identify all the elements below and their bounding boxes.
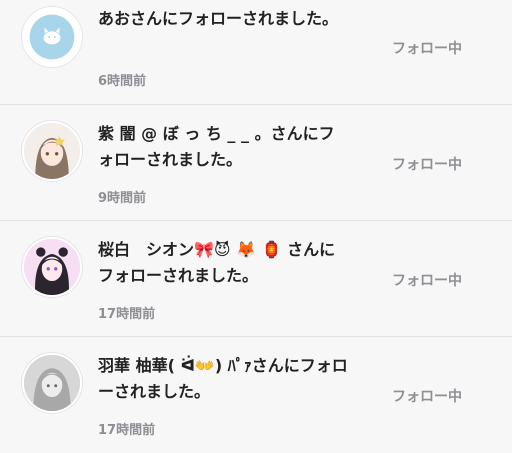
notification-list: あおさんにフォローされました。 6時間前 フォロー中 紫 闇 @ ぼ っ ち _… xyxy=(0,0,512,453)
user-avatar[interactable] xyxy=(22,121,82,181)
notification-message: 羽華 柚華( ᐛ👐) ﾊﾟｧさんにフォローされました。 xyxy=(98,356,348,401)
notification-message: 桜白 シオン🎀😈 🦊 🏮 さんにフォローされました。 xyxy=(98,240,336,285)
notification-message: あおさんにフォローされました。 xyxy=(98,9,339,28)
notification-item[interactable]: あおさんにフォローされました。 6時間前 フォロー中 xyxy=(0,0,512,104)
notification-time: 17時間前 xyxy=(98,423,156,438)
notification-time: 6時間前 xyxy=(98,74,147,89)
following-button[interactable]: フォロー中 xyxy=(392,270,462,290)
following-button[interactable]: フォロー中 xyxy=(392,386,462,406)
notification-item[interactable]: 羽華 柚華( ᐛ👐) ﾊﾟｧさんにフォローされました。 17時間前 フォロー中 xyxy=(0,337,512,453)
notification-item[interactable]: 桜白 シオン🎀😈 🦊 🏮 さんにフォローされました。 17時間前 フォロー中 xyxy=(0,221,512,336)
user-avatar[interactable] xyxy=(22,237,82,297)
notification-message: 紫 闇 @ ぼ っ ち _ _ 。さんにフォローされました。 xyxy=(98,124,335,169)
following-button[interactable]: フォロー中 xyxy=(392,38,462,58)
notification-time: 9時間前 xyxy=(98,191,147,206)
following-button[interactable]: フォロー中 xyxy=(392,154,462,174)
notification-item[interactable]: 紫 闇 @ ぼ っ ち _ _ 。さんにフォローされました。 9時間前 フォロー… xyxy=(0,105,512,220)
user-avatar[interactable] xyxy=(22,353,82,413)
notification-time: 17時間前 xyxy=(98,307,156,322)
cat-face-icon[interactable] xyxy=(22,7,82,67)
